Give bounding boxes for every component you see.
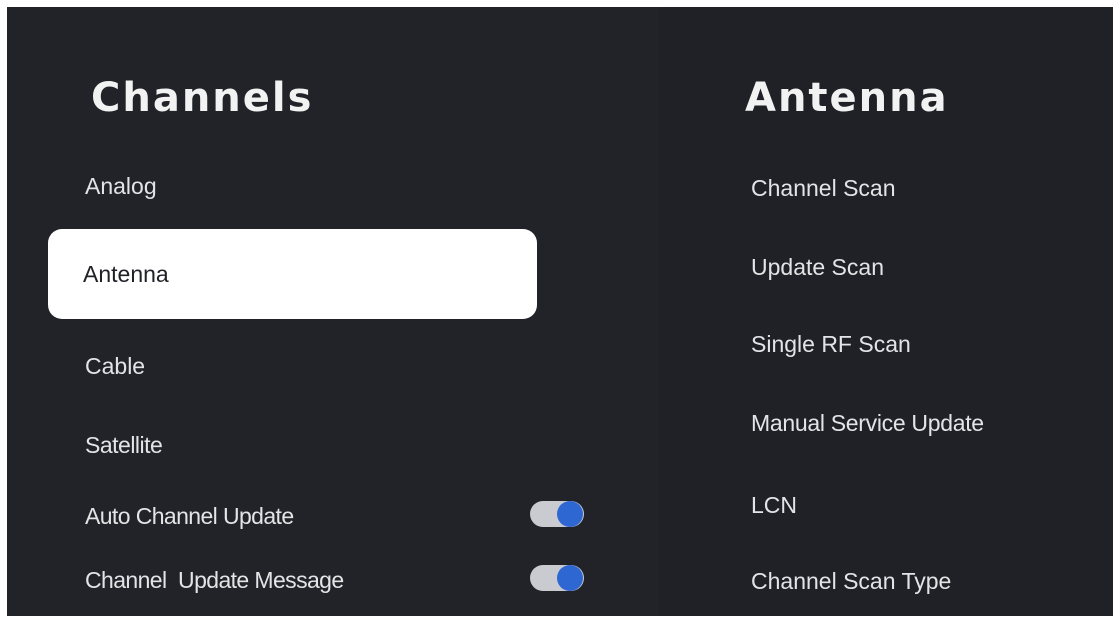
option-channel-scan[interactable]: Channel Scan — [751, 175, 896, 202]
option-manual-service-update[interactable]: Manual Service Update — [751, 410, 984, 437]
menu-item-channel-update-message[interactable]: Channel Update Message — [85, 567, 344, 594]
toggle-knob — [557, 501, 583, 527]
option-channel-scan-type[interactable]: Channel Scan Type — [751, 568, 951, 595]
option-single-rf-scan[interactable]: Single RF Scan — [751, 331, 911, 358]
channels-panel-title: Channels — [91, 75, 314, 121]
channels-panel: Channels Analog Antenna Cable Satellite … — [7, 7, 659, 616]
toggle-knob — [557, 565, 583, 591]
auto-channel-update-toggle[interactable] — [530, 501, 584, 527]
option-update-scan[interactable]: Update Scan — [751, 254, 884, 281]
channel-update-message-toggle[interactable] — [530, 565, 584, 591]
option-lcn[interactable]: LCN — [751, 492, 797, 519]
menu-item-cable[interactable]: Cable — [85, 353, 145, 380]
menu-item-analog[interactable]: Analog — [85, 173, 157, 200]
tv-settings-screen: Channels Analog Antenna Cable Satellite … — [7, 7, 1113, 616]
menu-item-auto-channel-update[interactable]: Auto Channel Update — [85, 503, 294, 530]
menu-item-antenna[interactable]: Antenna — [48, 229, 537, 319]
menu-item-satellite[interactable]: Satellite — [85, 432, 163, 459]
menu-item-antenna-label: Antenna — [83, 260, 169, 287]
antenna-panel: Antenna Channel Scan Update Scan Single … — [659, 7, 1113, 616]
antenna-panel-title: Antenna — [745, 75, 949, 121]
